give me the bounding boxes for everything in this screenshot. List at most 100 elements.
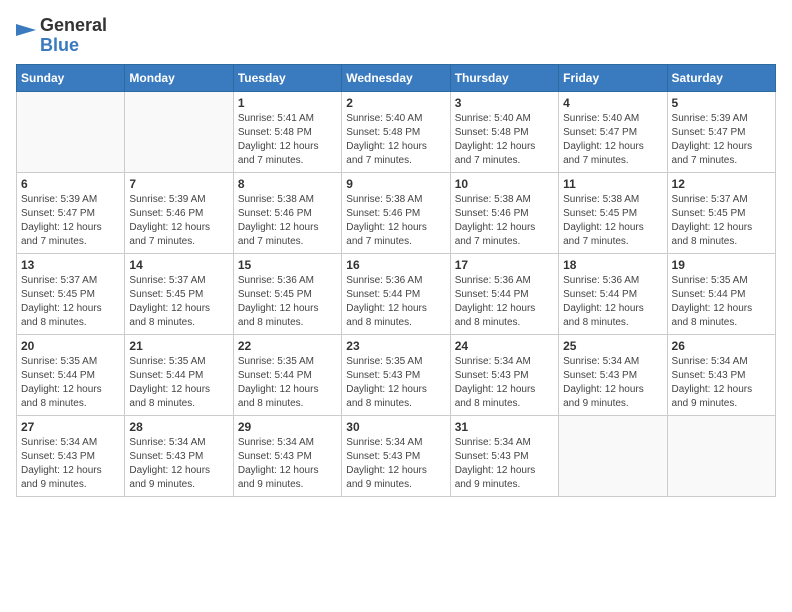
calendar-cell bbox=[125, 91, 233, 172]
weekday-header-monday: Monday bbox=[125, 64, 233, 91]
calendar-cell: 31Sunrise: 5:34 AM Sunset: 5:43 PM Dayli… bbox=[450, 415, 558, 496]
day-number: 13 bbox=[21, 258, 120, 272]
weekday-header-tuesday: Tuesday bbox=[233, 64, 341, 91]
calendar-cell: 3Sunrise: 5:40 AM Sunset: 5:48 PM Daylig… bbox=[450, 91, 558, 172]
day-detail: Sunrise: 5:35 AM Sunset: 5:44 PM Dayligh… bbox=[129, 355, 228, 411]
calendar-cell bbox=[667, 415, 775, 496]
weekday-header-thursday: Thursday bbox=[450, 64, 558, 91]
logo-text-wrap: GeneralBlue bbox=[40, 16, 107, 56]
calendar-cell: 9 Sunrise: 5:38 AM Sunset: 5:46 PM Daylig… bbox=[342, 172, 450, 253]
day-number: 20 bbox=[21, 339, 120, 353]
calendar-cell: 25 Sunrise: 5:34 AM Sunset: 5:43 PM Dayli… bbox=[559, 334, 667, 415]
weekday-header-saturday: Saturday bbox=[667, 64, 775, 91]
day-detail: Sunrise: 5:38 AM Sunset: 5:46 PM Dayligh… bbox=[238, 193, 337, 249]
day-detail: Sunrise: 5:37 AM Sunset: 5:45 PM Dayligh… bbox=[129, 274, 228, 330]
day-detail: Sunrise: 5:35 AM Sunset: 5:43 PM Dayligh… bbox=[346, 355, 445, 411]
day-number: 5 bbox=[672, 96, 771, 110]
calendar-cell: 28Sunrise: 5:34 AM Sunset: 5:43 PM Dayli… bbox=[125, 415, 233, 496]
day-number: 22 bbox=[238, 339, 337, 353]
day-number: 11 bbox=[563, 177, 662, 191]
weekday-header-sunday: Sunday bbox=[17, 64, 125, 91]
calendar-cell: 15 Sunrise: 5:36 AM Sunset: 5:45 PM Dayli… bbox=[233, 253, 341, 334]
calendar-cell: 24Sunrise: 5:34 AM Sunset: 5:43 PM Dayli… bbox=[450, 334, 558, 415]
calendar-week-4: 20 Sunrise: 5:35 AM Sunset: 5:44 PM Dayli… bbox=[17, 334, 776, 415]
day-number: 29 bbox=[238, 420, 337, 434]
calendar-cell: 22Sunrise: 5:35 AM Sunset: 5:44 PM Dayli… bbox=[233, 334, 341, 415]
logo-text-blue: Blue bbox=[40, 35, 79, 55]
day-detail: Sunrise: 5:38 AM Sunset: 5:45 PM Dayligh… bbox=[563, 193, 662, 249]
day-detail: Sunrise: 5:36 AM Sunset: 5:44 PM Dayligh… bbox=[455, 274, 554, 330]
day-detail: Sunrise: 5:36 AM Sunset: 5:44 PM Dayligh… bbox=[563, 274, 662, 330]
day-detail: Sunrise: 5:34 AM Sunset: 5:43 PM Dayligh… bbox=[563, 355, 662, 411]
calendar-cell: 12 Sunrise: 5:37 AM Sunset: 5:45 PM Dayli… bbox=[667, 172, 775, 253]
day-detail: Sunrise: 5:37 AM Sunset: 5:45 PM Dayligh… bbox=[672, 193, 771, 249]
day-detail: Sunrise: 5:41 AM Sunset: 5:48 PM Dayligh… bbox=[238, 112, 337, 168]
day-detail: Sunrise: 5:39 AM Sunset: 5:47 PM Dayligh… bbox=[21, 193, 120, 249]
day-number: 7 bbox=[129, 177, 228, 191]
calendar-cell: 27 Sunrise: 5:34 AM Sunset: 5:43 PM Dayli… bbox=[17, 415, 125, 496]
calendar-cell: 5 Sunrise: 5:39 AM Sunset: 5:47 PM Daylig… bbox=[667, 91, 775, 172]
calendar-cell: 2 Sunrise: 5:40 AM Sunset: 5:48 PM Daylig… bbox=[342, 91, 450, 172]
calendar-cell: 30 Sunrise: 5:34 AM Sunset: 5:43 PM Dayli… bbox=[342, 415, 450, 496]
calendar-cell: 13 Sunrise: 5:37 AM Sunset: 5:45 PM Dayli… bbox=[17, 253, 125, 334]
header: GeneralBlue bbox=[16, 16, 776, 56]
calendar-cell: 8 Sunrise: 5:38 AM Sunset: 5:46 PM Daylig… bbox=[233, 172, 341, 253]
day-number: 26 bbox=[672, 339, 771, 353]
day-detail: Sunrise: 5:34 AM Sunset: 5:43 PM Dayligh… bbox=[672, 355, 771, 411]
day-detail: Sunrise: 5:34 AM Sunset: 5:43 PM Dayligh… bbox=[21, 436, 120, 492]
day-number: 4 bbox=[563, 96, 662, 110]
logo-text-general: General bbox=[40, 15, 107, 35]
calendar-cell: 14Sunrise: 5:37 AM Sunset: 5:45 PM Dayli… bbox=[125, 253, 233, 334]
day-number: 27 bbox=[21, 420, 120, 434]
day-detail: Sunrise: 5:40 AM Sunset: 5:48 PM Dayligh… bbox=[346, 112, 445, 168]
day-detail: Sunrise: 5:36 AM Sunset: 5:45 PM Dayligh… bbox=[238, 274, 337, 330]
day-number: 10 bbox=[455, 177, 554, 191]
day-detail: Sunrise: 5:37 AM Sunset: 5:45 PM Dayligh… bbox=[21, 274, 120, 330]
day-number: 25 bbox=[563, 339, 662, 353]
logo: GeneralBlue bbox=[16, 16, 107, 56]
day-number: 30 bbox=[346, 420, 445, 434]
calendar-cell: 19 Sunrise: 5:35 AM Sunset: 5:44 PM Dayli… bbox=[667, 253, 775, 334]
calendar-cell: 16Sunrise: 5:36 AM Sunset: 5:44 PM Dayli… bbox=[342, 253, 450, 334]
day-detail: Sunrise: 5:40 AM Sunset: 5:48 PM Dayligh… bbox=[455, 112, 554, 168]
calendar-cell: 11 Sunrise: 5:38 AM Sunset: 5:45 PM Dayli… bbox=[559, 172, 667, 253]
calendar-cell: 1Sunrise: 5:41 AM Sunset: 5:48 PM Daylig… bbox=[233, 91, 341, 172]
weekday-header-row: SundayMondayTuesdayWednesdayThursdayFrid… bbox=[17, 64, 776, 91]
day-detail: Sunrise: 5:34 AM Sunset: 5:43 PM Dayligh… bbox=[346, 436, 445, 492]
calendar-cell: 21 Sunrise: 5:35 AM Sunset: 5:44 PM Dayli… bbox=[125, 334, 233, 415]
day-detail: Sunrise: 5:34 AM Sunset: 5:43 PM Dayligh… bbox=[238, 436, 337, 492]
calendar-header: SundayMondayTuesdayWednesdayThursdayFrid… bbox=[17, 64, 776, 91]
calendar-cell: 10 Sunrise: 5:38 AM Sunset: 5:46 PM Dayli… bbox=[450, 172, 558, 253]
day-number: 12 bbox=[672, 177, 771, 191]
day-detail: Sunrise: 5:39 AM Sunset: 5:47 PM Dayligh… bbox=[672, 112, 771, 168]
calendar-cell: 20 Sunrise: 5:35 AM Sunset: 5:44 PM Dayli… bbox=[17, 334, 125, 415]
calendar-week-5: 27 Sunrise: 5:34 AM Sunset: 5:43 PM Dayli… bbox=[17, 415, 776, 496]
day-detail: Sunrise: 5:35 AM Sunset: 5:44 PM Dayligh… bbox=[21, 355, 120, 411]
calendar-cell: 6Sunrise: 5:39 AM Sunset: 5:47 PM Daylig… bbox=[17, 172, 125, 253]
day-number: 21 bbox=[129, 339, 228, 353]
day-detail: Sunrise: 5:34 AM Sunset: 5:43 PM Dayligh… bbox=[129, 436, 228, 492]
calendar-cell bbox=[559, 415, 667, 496]
day-number: 19 bbox=[672, 258, 771, 272]
weekday-header-wednesday: Wednesday bbox=[342, 64, 450, 91]
day-number: 15 bbox=[238, 258, 337, 272]
calendar-week-3: 13 Sunrise: 5:37 AM Sunset: 5:45 PM Dayli… bbox=[17, 253, 776, 334]
day-number: 9 bbox=[346, 177, 445, 191]
day-number: 31 bbox=[455, 420, 554, 434]
day-number: 18 bbox=[563, 258, 662, 272]
day-number: 17 bbox=[455, 258, 554, 272]
calendar-cell bbox=[17, 91, 125, 172]
day-detail: Sunrise: 5:38 AM Sunset: 5:46 PM Dayligh… bbox=[455, 193, 554, 249]
day-detail: Sunrise: 5:38 AM Sunset: 5:46 PM Dayligh… bbox=[346, 193, 445, 249]
day-number: 2 bbox=[346, 96, 445, 110]
calendar-cell: 17 Sunrise: 5:36 AM Sunset: 5:44 PM Dayli… bbox=[450, 253, 558, 334]
day-detail: Sunrise: 5:36 AM Sunset: 5:44 PM Dayligh… bbox=[346, 274, 445, 330]
calendar-cell: 23 Sunrise: 5:35 AM Sunset: 5:43 PM Dayli… bbox=[342, 334, 450, 415]
calendar-week-2: 6Sunrise: 5:39 AM Sunset: 5:47 PM Daylig… bbox=[17, 172, 776, 253]
day-detail: Sunrise: 5:40 AM Sunset: 5:47 PM Dayligh… bbox=[563, 112, 662, 168]
day-number: 23 bbox=[346, 339, 445, 353]
day-number: 8 bbox=[238, 177, 337, 191]
day-detail: Sunrise: 5:35 AM Sunset: 5:44 PM Dayligh… bbox=[672, 274, 771, 330]
calendar-week-1: 1Sunrise: 5:41 AM Sunset: 5:48 PM Daylig… bbox=[17, 91, 776, 172]
calendar-body: 1Sunrise: 5:41 AM Sunset: 5:48 PM Daylig… bbox=[17, 91, 776, 496]
